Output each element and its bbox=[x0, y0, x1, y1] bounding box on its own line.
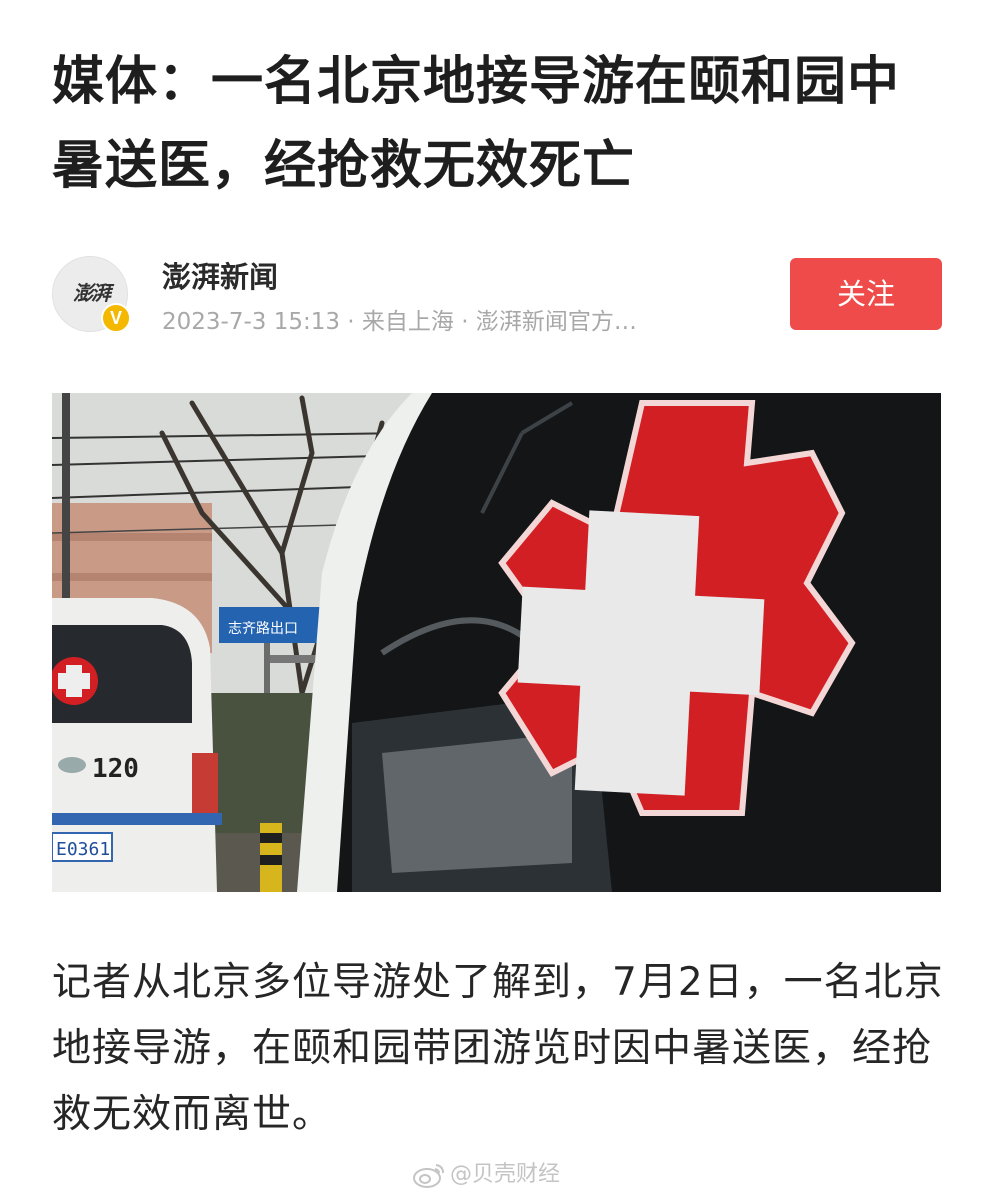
ambulance-photo-illustration: 志齐路出口 120 E0361 bbox=[52, 393, 941, 892]
avatar[interactable]: 澎湃 V bbox=[52, 256, 131, 333]
article-page: 媒体：一名北京地接导游在颐和园中暑送医，经抢救无效死亡 澎湃 V 澎湃新闻 20… bbox=[0, 0, 991, 1199]
left-ambulance: 120 E0361 bbox=[52, 598, 222, 892]
weibo-icon bbox=[413, 1164, 444, 1188]
verified-badge-icon: V bbox=[101, 303, 131, 333]
article-photo[interactable]: 志齐路出口 120 E0361 bbox=[52, 393, 941, 892]
watermark: @贝壳财经 bbox=[412, 1158, 560, 1192]
post-meta: 2023-7-3 15:13 · 来自上海 · 澎湃新闻官方… bbox=[162, 309, 637, 335]
road-sign-text: 志齐路出口 bbox=[228, 621, 298, 637]
license-plate: E0361 bbox=[56, 839, 110, 860]
author-row: 澎湃 V 澎湃新闻 2023-7-3 15:13 · 来自上海 · 澎湃新闻官方… bbox=[52, 252, 942, 335]
article-title: 媒体：一名北京地接导游在颐和园中暑送医，经抢救无效死亡 bbox=[52, 52, 901, 196]
watermark-text: @贝壳财经 bbox=[450, 1162, 561, 1187]
author-name[interactable]: 澎湃新闻 bbox=[162, 254, 278, 296]
follow-button[interactable]: 关注 bbox=[790, 258, 942, 330]
article-body: 记者从北京多位导游处了解到，7月2日，一名北京地接导游，在颐和园带团游览时因中暑… bbox=[52, 960, 944, 1137]
avatar-logo-text: 澎湃 bbox=[73, 281, 111, 305]
right-ambulance bbox=[297, 393, 941, 892]
ambulance-number: 120 bbox=[92, 754, 139, 784]
